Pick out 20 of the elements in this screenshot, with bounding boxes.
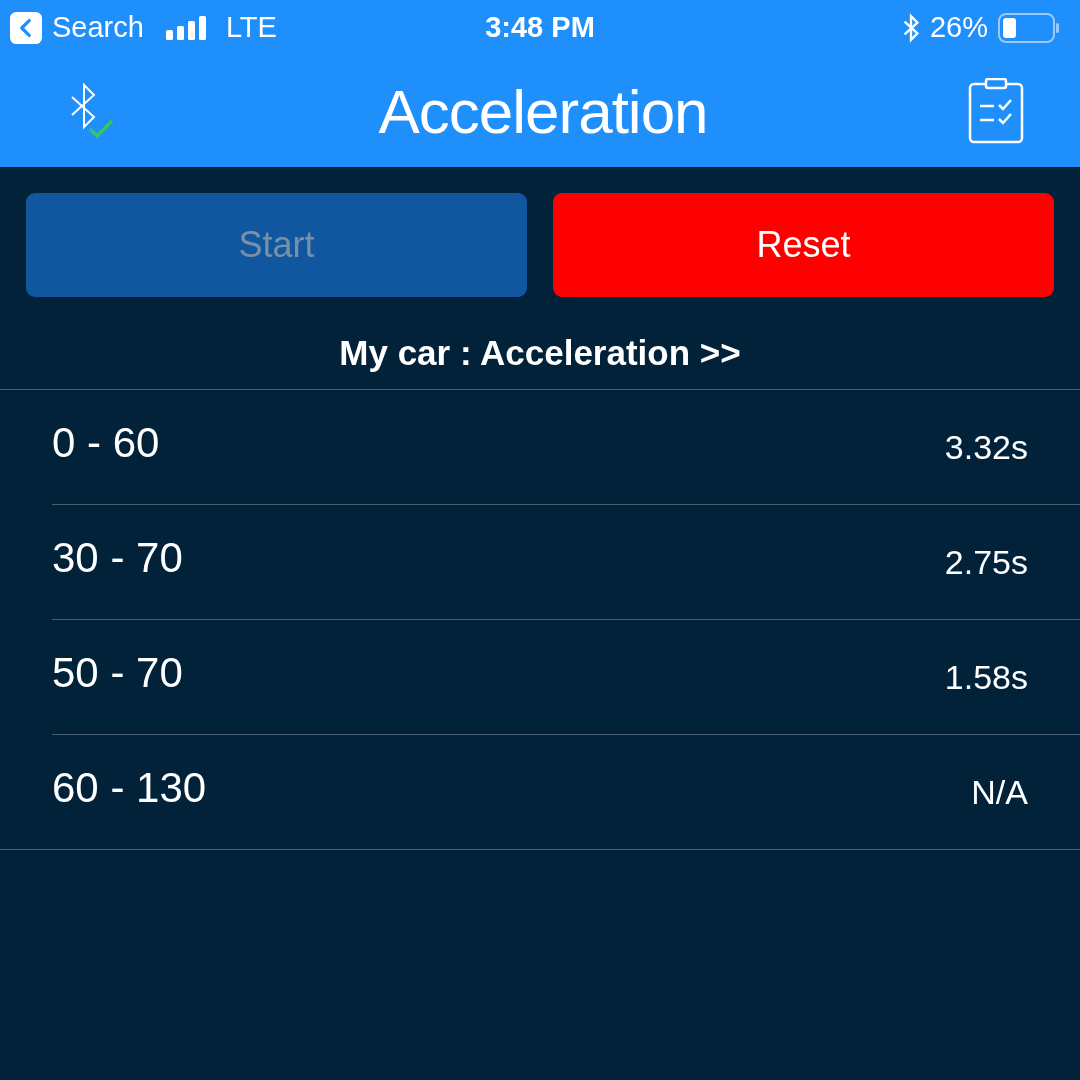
status-time: 3:48 PM [485,11,595,44]
network-label: LTE [225,11,277,44]
acceleration-time: N/A [971,772,1028,812]
battery-icon [998,12,1060,43]
signal-icon [165,15,208,40]
acceleration-time: 1.58s [944,657,1028,697]
acceleration-time: 3.32s [944,427,1028,467]
speed-range: 50 - 70 [52,649,183,698]
acceleration-time: 2.75s [944,542,1028,582]
battery-percent: 26% [929,11,988,44]
speed-range: 60 - 130 [52,764,207,813]
reset-button[interactable]: Reset [553,193,1054,297]
screen-title: Acceleration [378,75,708,147]
section-title[interactable]: My car : Acceleration >> [0,297,1080,390]
back-label[interactable]: Search [52,11,144,44]
clipboard-checklist-icon[interactable] [968,78,1024,144]
speed-range: 0 - 60 [52,419,160,468]
bluetooth-icon [901,12,920,43]
back-icon[interactable] [10,11,42,44]
speed-range: 30 - 70 [52,534,183,583]
